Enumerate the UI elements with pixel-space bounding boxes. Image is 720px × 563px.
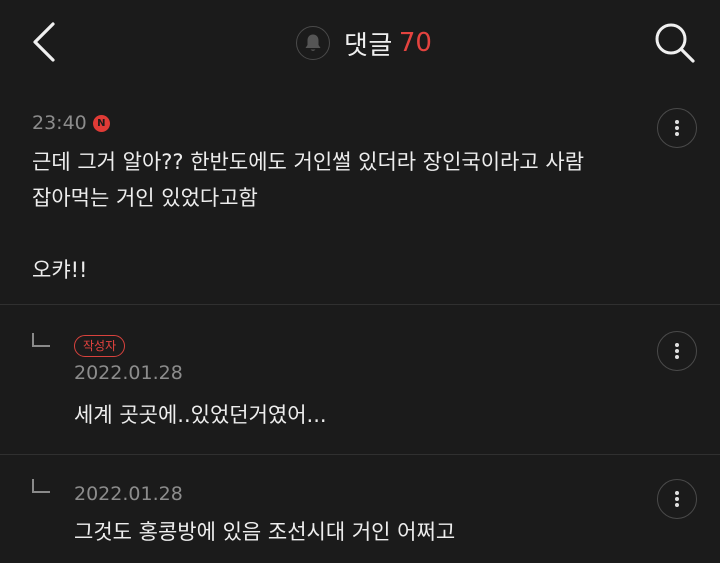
chevron-left-icon (33, 22, 55, 62)
comment-more-button[interactable] (657, 331, 697, 371)
header-title-group: 댓글 70 (296, 24, 432, 62)
comment-more-button[interactable] (657, 479, 697, 519)
reply-item: 작성자 2022.01.28 세계 곳곳에..있었던거였어... (0, 304, 720, 454)
reply-arrow-icon (32, 333, 50, 347)
more-vertical-icon (675, 120, 679, 136)
more-vertical-icon (675, 343, 679, 359)
comment-meta: 23:40 N (32, 112, 110, 134)
reply-arrow-icon (32, 479, 50, 493)
search-button[interactable] (648, 16, 702, 70)
comment-text: 근데 그거 알아?? 한반도에도 거인썰 있더라 장인국이라고 사람 잡아먹는 … (32, 150, 585, 282)
notification-bell-button[interactable] (296, 26, 330, 60)
comment-time: 2022.01.28 (74, 362, 183, 384)
comment-time: 2022.01.28 (74, 483, 183, 505)
search-icon (655, 23, 695, 63)
comment-text: 그것도 홍콩방에 있음 조선시대 거인 어쩌고 (74, 520, 456, 544)
page-title: 댓글 (344, 30, 393, 61)
comments-screen: 댓글 70 23:40 N 근데 그거 알아?? 한반도에도 거인썰 있더라 장… (0, 0, 720, 563)
new-badge: N (92, 114, 110, 132)
comment-meta: 2022.01.28 (74, 483, 183, 505)
comment-text: 세계 곳곳에..있었던거였어... (74, 403, 327, 427)
author-badge: 작성자 (74, 335, 126, 357)
comment-item: 23:40 N 근데 그거 알아?? 한반도에도 거인썰 있더라 장인국이라고 … (0, 86, 720, 304)
back-button[interactable] (22, 18, 66, 66)
comment-time: 23:40 (32, 112, 87, 134)
more-vertical-icon (675, 491, 679, 507)
bell-icon (305, 34, 321, 51)
comment-more-button[interactable] (657, 108, 697, 148)
reply-item: 2022.01.28 그것도 홍콩방에 있음 조선시대 거인 어쩌고 (0, 454, 720, 563)
header-bar: 댓글 70 (0, 0, 720, 86)
comment-count: 70 (398, 28, 432, 58)
comment-meta: 2022.01.28 (74, 362, 183, 384)
